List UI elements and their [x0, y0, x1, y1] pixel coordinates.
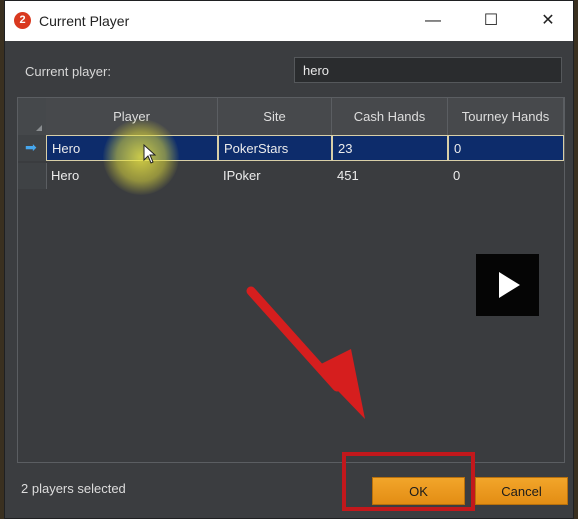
cell-player[interactable]: Hero: [46, 163, 218, 189]
table-row[interactable]: Hero PokerStars 23 0: [46, 135, 564, 161]
minimize-button[interactable]: —: [413, 7, 453, 35]
current-player-input[interactable]: [294, 57, 562, 83]
select-all-icon: [36, 125, 42, 131]
cancel-button[interactable]: Cancel: [475, 477, 568, 505]
maximize-button[interactable]: ☐: [471, 7, 511, 35]
cell-tourney-hands[interactable]: 0: [448, 135, 564, 161]
column-header-site[interactable]: Site: [218, 98, 332, 135]
arrow-right-icon: ➡: [25, 139, 37, 155]
selection-status: 2 players selected: [21, 481, 126, 496]
column-header-tourney-hands[interactable]: Tourney Hands: [448, 98, 564, 135]
close-button[interactable]: ✕: [528, 7, 568, 35]
cell-tourney-hands[interactable]: 0: [448, 163, 564, 189]
cell-site[interactable]: IPoker: [218, 163, 332, 189]
current-player-label: Current player:: [25, 64, 111, 79]
table-row[interactable]: Hero IPoker 451 0: [46, 163, 564, 189]
cell-player[interactable]: Hero: [46, 135, 218, 161]
pokertracker-logo-icon: 2: [14, 12, 31, 29]
cell-cash-hands[interactable]: 23: [332, 135, 448, 161]
grid-corner[interactable]: [18, 98, 47, 135]
row-indicator[interactable]: [18, 163, 47, 189]
dialog-title: Current Player: [39, 13, 130, 29]
ok-button[interactable]: OK: [372, 477, 465, 505]
row-indicator[interactable]: ➡: [18, 135, 47, 161]
current-player-dialog: 2 Current Player — ☐ ✕ Current player: P…: [4, 0, 574, 519]
title-bar: 2 Current Player — ☐ ✕: [5, 1, 573, 41]
play-icon: [499, 272, 520, 298]
cell-site[interactable]: PokerStars: [218, 135, 332, 161]
video-play-button[interactable]: [476, 254, 539, 316]
column-header-cash-hands[interactable]: Cash Hands: [332, 98, 448, 135]
grid-header: Player Site Cash Hands Tourney Hands: [46, 98, 564, 135]
cell-cash-hands[interactable]: 451: [332, 163, 448, 189]
column-header-player[interactable]: Player: [46, 98, 218, 135]
